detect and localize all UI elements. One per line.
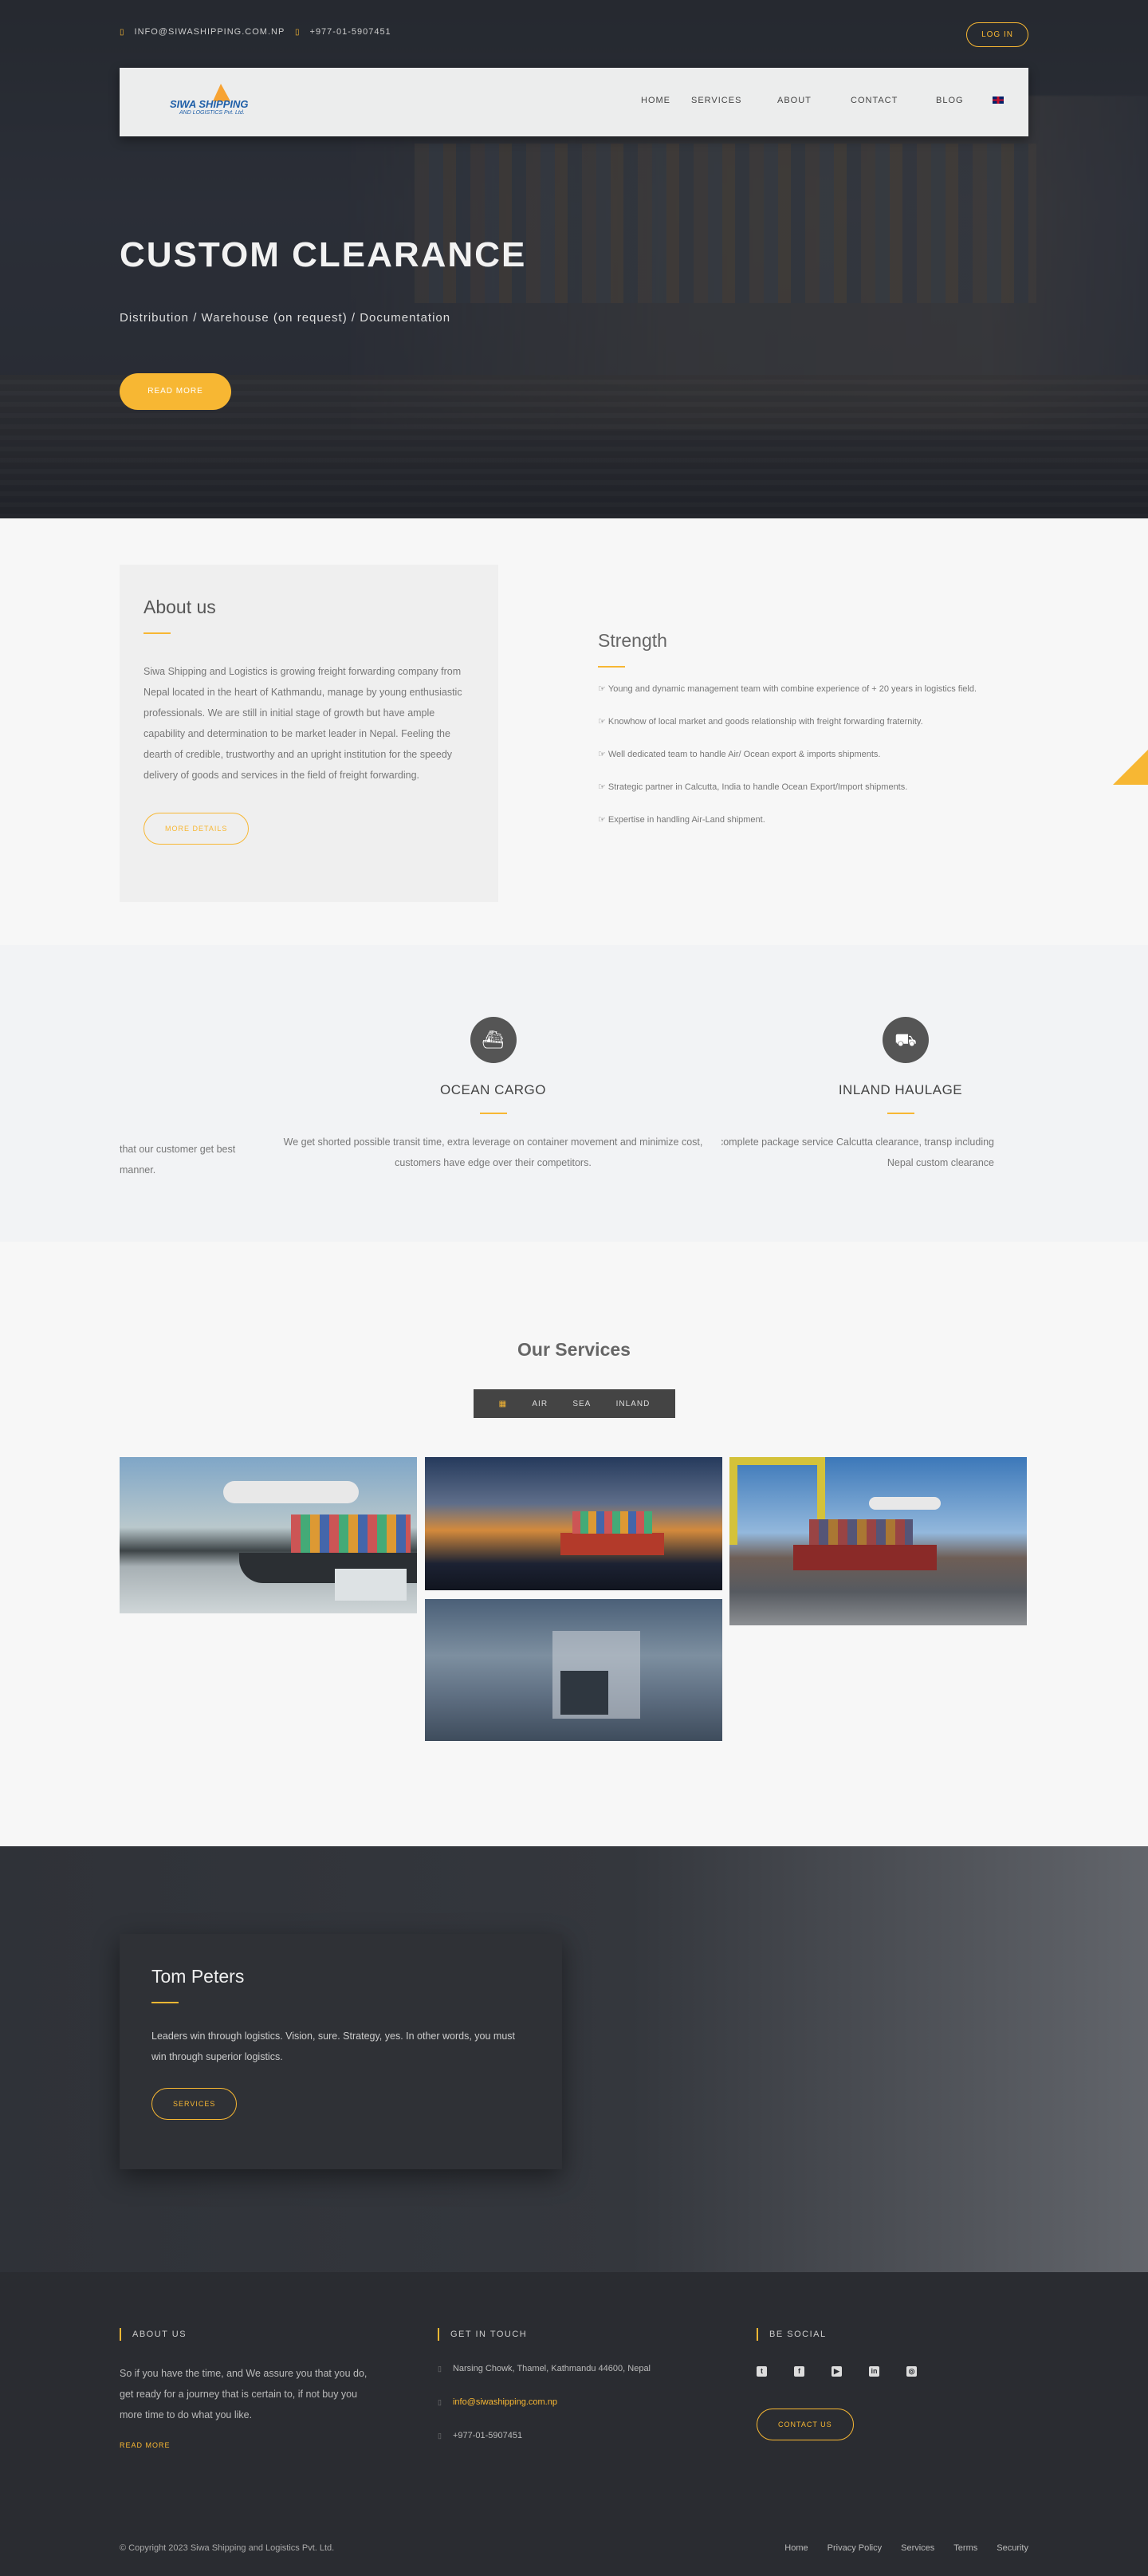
topbar-phone[interactable]: ▯ +977-01-5907451 [295,27,391,37]
strength-block: Strength ☞ Young and dynamic management t… [598,630,1044,841]
footer-about: ABOUT US So if you have the time, and We… [120,2328,383,2449]
facebook-icon[interactable]: f [794,2366,804,2377]
footer: ABOUT US So if you have the time, and We… [0,2272,1148,2576]
service-card-inland: ⛟ INLAND HAULAGE We offer complete packa… [721,1017,1031,1173]
service-card-ocean: ⛴ OCEAN CARGO We get shorted possible tr… [268,1017,718,1173]
login-button[interactable]: LOG IN [966,22,1028,47]
linkedin-icon[interactable]: in [869,2366,879,2377]
twitter-icon[interactable]: t [757,2366,767,2377]
title-underline [479,1113,507,1114]
testimonial-quote: Leaders win through logistics. Vision, s… [151,2030,516,2062]
service-title: INLAND HAULAGE [838,1082,963,1097]
service-photo-trucks[interactable] [425,1599,722,1741]
instagram-icon[interactable]: ◎ [906,2366,917,2377]
footer-link-services[interactable]: Services [901,2543,934,2553]
envelope-icon: ▯ [120,27,125,37]
footer-nav: Home Privacy Policy Services Terms Secur… [784,2543,1028,2553]
topbar-email[interactable]: ▯ INFO@SIWASHIPPING.COM.NP [120,27,285,37]
list-item: ☞ Strategic partner in Calcutta, India to… [598,782,908,792]
footer-link-privacy[interactable]: Privacy Policy [828,2543,882,2553]
envelope-icon: ▯ [438,2398,442,2406]
uk-flag-icon[interactable] [993,97,1004,104]
footer-address: ▯ Narsing Chowk, Thamel, Kathmandu 44600,… [438,2364,651,2373]
footer-social-title: BE SOCIAL [757,2328,917,2341]
strength-title: Strength [598,630,667,651]
social-icons: t f ▶ in ◎ [757,2366,917,2377]
truck-icon: ⛟ [883,1017,929,1063]
footer-about-text: So if you have the time, and We assure y… [120,2368,368,2420]
list-item: ☞ Expertise in handling Air-Land shipment… [598,815,765,825]
ship-icon: ⛴ [470,1017,517,1063]
service-photo-ocean-sunset[interactable] [425,1457,722,1590]
copyright: © Copyright 2023 Siwa Shipping and Logis… [120,2543,335,2553]
phone-icon: ▯ [295,27,301,37]
main-navbar: SIWA SHIPPING AND LOGISTICS Pvt. Ltd. HO… [120,68,1028,136]
contact-us-button[interactable]: CONTACT US [757,2409,854,2440]
youtube-icon[interactable]: ▶ [832,2366,842,2377]
nav-about[interactable]: ABOUT [777,96,812,105]
services-button[interactable]: SERVICES [151,2088,238,2120]
testimonial-card: Tom Peters Leaders win through logistics… [120,1934,562,2169]
carousel-partial-text: that our customer get best manner. [120,1144,236,1176]
nav-blog[interactable]: BLOG [936,96,964,105]
services-carousel: that our customer get best manner. ⛴ OCE… [0,945,1148,1242]
hero-section: ▯ INFO@SIWASHIPPING.COM.NP ▯ +977-01-590… [0,0,1148,518]
about-text: Siwa Shipping and Logistics is growing f… [144,666,462,781]
service-desc: We offer complete package service Calcut… [721,1136,994,1168]
nav-contact[interactable]: CONTACT [851,96,898,105]
location-icon: ▯ [438,2365,442,2373]
about-title: About us [144,597,216,617]
hand-pointer-icon: ☞ [598,815,606,825]
filter-sea[interactable]: SEA [572,1400,591,1408]
nav-services[interactable]: SERVICES [691,96,741,105]
hero-title: CUSTOM CLEARANCE [120,235,527,274]
grid-icon[interactable]: ▦ [499,1400,507,1408]
portfolio-filter: ▦ AIR SEA INLAND [474,1389,675,1418]
hand-pointer-icon: ☞ [598,782,606,792]
footer-read-more-link[interactable]: READ MORE [120,2441,383,2449]
testimonial-section: Tom Peters Leaders win through logistics… [0,1846,1148,2272]
strength-list: ☞ Young and dynamic management team with … [598,677,1044,841]
service-title: OCEAN CARGO [439,1082,547,1097]
hand-pointer-icon: ☞ [598,750,606,759]
hand-pointer-icon: ☞ [598,717,606,727]
footer-link-security[interactable]: Security [997,2543,1028,2553]
title-underline [144,632,171,634]
service-desc: We get shorted possible transit time, ex… [283,1136,703,1168]
footer-link-home[interactable]: Home [784,2543,808,2553]
hero-read-more-button[interactable]: READ MORE [120,373,231,410]
filter-inland[interactable]: INLAND [616,1400,651,1408]
about-section: About us Siwa Shipping and Logistics is … [0,518,1148,945]
phone-icon: ▯ [438,2432,442,2440]
hero-subtitle: Distribution / Warehouse (on request) / … [120,311,451,325]
title-underline [887,1113,914,1114]
title-underline [151,2002,179,2003]
filter-air[interactable]: AIR [532,1400,548,1408]
our-services-title: Our Services [517,1339,631,1360]
hand-pointer-icon: ☞ [598,684,606,694]
scroll-to-top-corner[interactable] [1113,750,1148,785]
footer-contact-title: GET IN TOUCH [438,2328,651,2341]
list-item: ☞ Young and dynamic management team with … [598,684,977,694]
footer-link-terms[interactable]: Terms [953,2543,977,2553]
footer-about-title: ABOUT US [120,2328,383,2341]
title-underline [598,666,625,668]
service-photo-air-sea-land[interactable] [120,1457,417,1613]
list-item: ☞ Well dedicated team to handle Air/ Ocea… [598,750,881,759]
footer-contact: GET IN TOUCH ▯ Narsing Chowk, Thamel, Kat… [438,2328,651,2452]
service-photo-port[interactable] [729,1457,1027,1625]
top-bar: ▯ INFO@SIWASHIPPING.COM.NP ▯ +977-01-590… [120,22,1028,47]
our-services-section: Our Services ▦ AIR SEA INLAND [0,1242,1148,1846]
footer-phone[interactable]: ▯ +977-01-5907451 [438,2419,651,2452]
list-item: ☞ Knowhow of local market and goods relat… [598,717,923,727]
nav-home[interactable]: HOME [641,96,670,105]
testimonial-name: Tom Peters [151,1966,245,1987]
site-logo[interactable]: SIWA SHIPPING AND LOGISTICS Pvt. Ltd. [163,84,259,120]
footer-email[interactable]: ▯ info@siwashipping.com.np [438,2385,651,2419]
footer-social: BE SOCIAL t f ▶ in ◎ CONTACT US [757,2328,917,2440]
more-details-button[interactable]: MORE DETAILS [144,813,250,845]
about-card: About us Siwa Shipping and Logistics is … [120,565,498,902]
